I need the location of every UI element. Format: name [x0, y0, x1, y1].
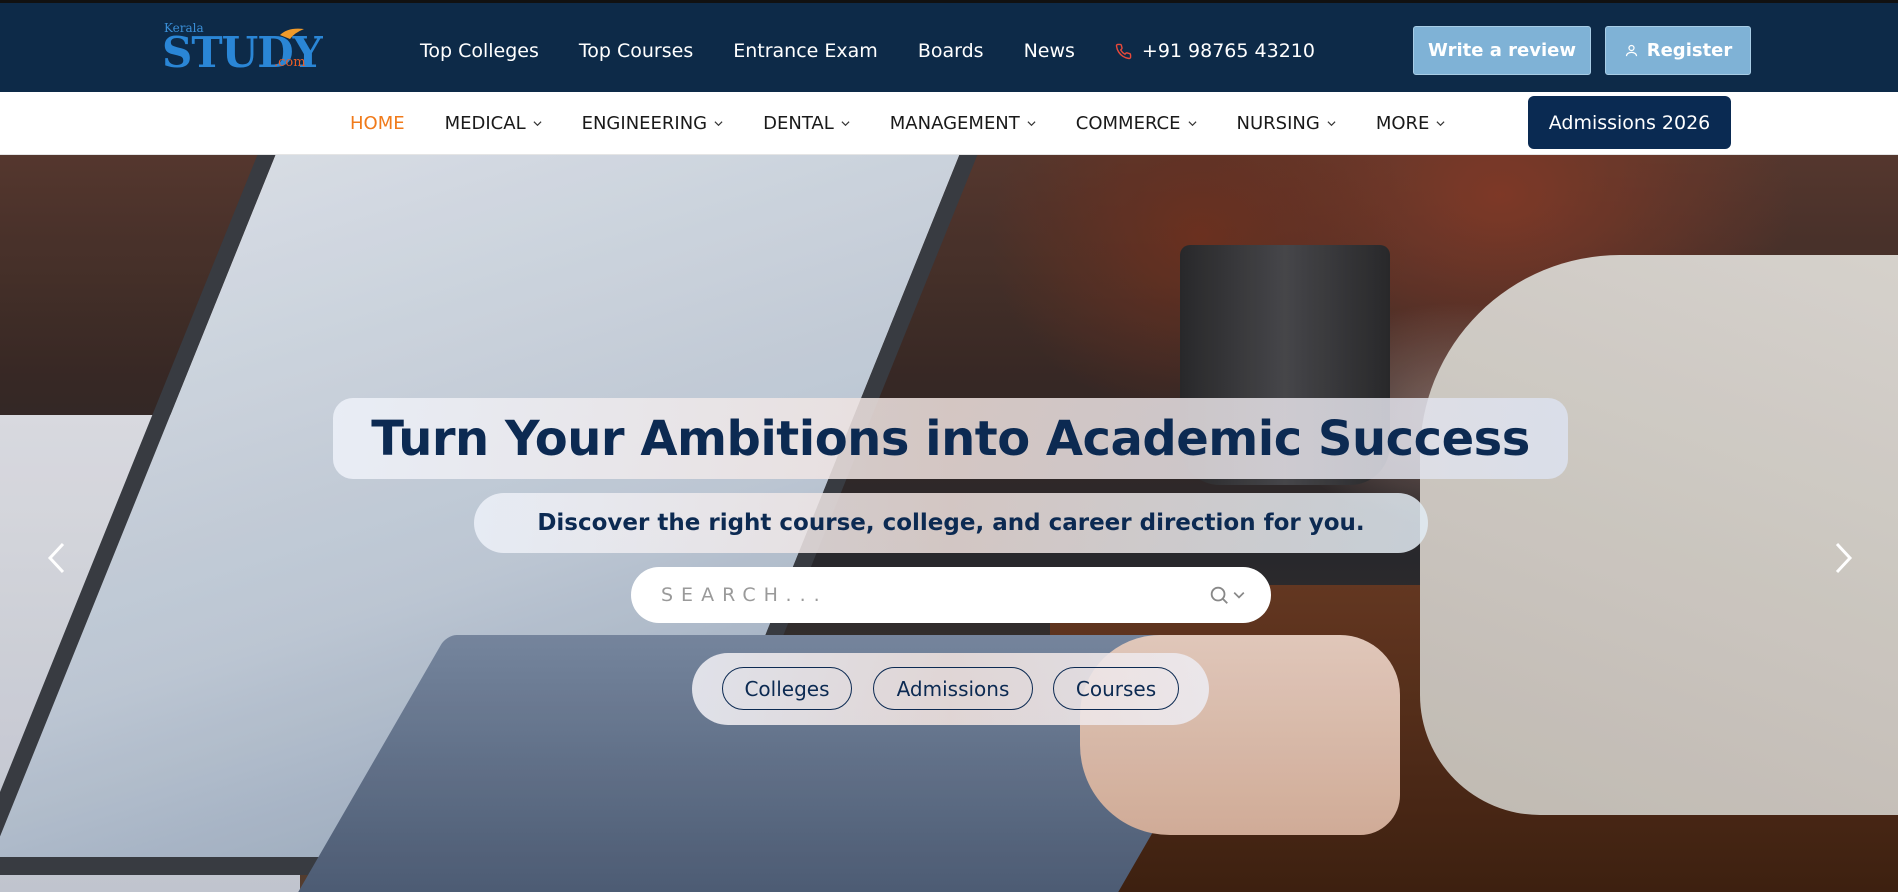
search-input[interactable]	[661, 584, 1181, 606]
top-link-entrance-exam[interactable]: Entrance Exam	[733, 40, 878, 62]
chevron-down-icon	[1233, 592, 1245, 599]
user-icon	[1625, 44, 1637, 57]
chevron-right-icon	[1835, 542, 1853, 574]
filter-pill-courses[interactable]: Courses	[1053, 667, 1179, 710]
filter-pill-admissions[interactable]: Admissions	[873, 667, 1033, 710]
carousel-next-button[interactable]	[1826, 533, 1862, 583]
menu-item-home[interactable]: HOME	[350, 113, 405, 134]
menu-item-label: ENGINEERING	[581, 113, 708, 134]
logo-suffix: .com	[274, 55, 306, 70]
chevron-down-icon	[1188, 121, 1197, 127]
phone-number: +91 98765 43210	[1141, 40, 1315, 62]
logo-bird-icon	[280, 28, 304, 39]
menu-item-engineering[interactable]: ENGINEERING	[582, 113, 724, 134]
filter-pill-colleges[interactable]: Colleges	[722, 667, 852, 710]
chevron-left-icon	[47, 542, 65, 574]
menu-item-commerce[interactable]: COMMERCE	[1076, 113, 1197, 134]
search-icon	[1210, 586, 1228, 604]
menu-item-label: MORE	[1375, 113, 1430, 134]
main-menu: HOME MEDICAL ENGINEERING DENTAL MANAGEME…	[350, 92, 1485, 155]
menu-item-nursing[interactable]: NURSING	[1237, 113, 1336, 134]
chevron-down-icon	[1027, 121, 1036, 127]
search-button[interactable]	[1208, 584, 1245, 606]
top-navigation: Top Colleges Top Courses Entrance Exam B…	[420, 33, 1315, 69]
chevron-down-icon	[533, 121, 542, 127]
hero-headline-box: Turn Your Ambitions into Academic Succes…	[333, 398, 1568, 479]
hero-search-bar	[631, 567, 1271, 623]
carousel-prev-button[interactable]	[38, 533, 74, 583]
hero-headline: Turn Your Ambitions into Academic Succes…	[371, 410, 1530, 467]
register-button[interactable]: Register	[1605, 26, 1751, 75]
register-label: Register	[1646, 40, 1733, 61]
menu-item-more[interactable]: MORE	[1376, 113, 1446, 134]
menu-item-medical[interactable]: MEDICAL	[445, 113, 542, 134]
hero-banner: Turn Your Ambitions into Academic Succes…	[0, 155, 1898, 892]
main-navigation-bar: HOME MEDICAL ENGINEERING DENTAL MANAGEME…	[0, 92, 1898, 155]
menu-item-label: HOME	[350, 113, 405, 134]
top-link-top-colleges[interactable]: Top Colleges	[420, 40, 539, 62]
top-link-boards[interactable]: Boards	[918, 40, 984, 62]
hero-subtitle: Discover the right course, college, and …	[537, 510, 1365, 536]
chevron-down-icon	[714, 121, 723, 127]
menu-item-label: MEDICAL	[444, 113, 526, 134]
top-header-bar: Kerala STUDY .com Top Colleges Top Cours…	[0, 0, 1898, 92]
chevron-down-icon	[841, 121, 850, 127]
menu-item-label: NURSING	[1236, 113, 1320, 134]
chevron-down-icon	[1327, 121, 1336, 127]
chevron-down-icon	[1436, 121, 1445, 127]
hero-subtitle-box: Discover the right course, college, and …	[474, 493, 1428, 553]
admissions-2026-button[interactable]: Admissions 2026	[1528, 96, 1731, 149]
top-link-news[interactable]: News	[1024, 40, 1075, 62]
write-review-button[interactable]: Write a review	[1413, 26, 1591, 75]
menu-item-management[interactable]: MANAGEMENT	[890, 113, 1036, 134]
site-logo[interactable]: Kerala STUDY .com	[162, 21, 332, 77]
top-link-top-courses[interactable]: Top Courses	[579, 40, 693, 62]
menu-item-label: MANAGEMENT	[889, 113, 1020, 134]
quick-filter-group: Colleges Admissions Courses	[692, 653, 1209, 725]
phone-icon	[1115, 43, 1132, 59]
menu-item-dental[interactable]: DENTAL	[763, 113, 850, 134]
phone-link[interactable]: +91 98765 43210	[1115, 40, 1315, 62]
menu-item-label: DENTAL	[763, 113, 834, 134]
menu-item-label: COMMERCE	[1075, 113, 1181, 134]
